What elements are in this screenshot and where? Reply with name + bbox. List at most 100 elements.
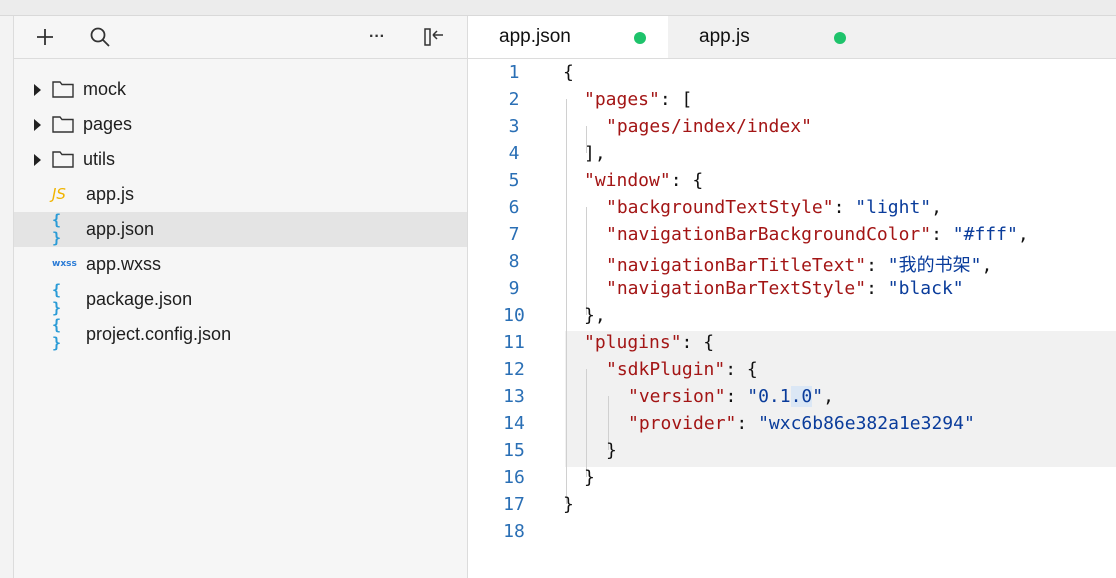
expand-caret-icon[interactable] xyxy=(34,119,41,131)
code-text: } xyxy=(584,467,595,488)
line-number: 7 xyxy=(508,224,520,245)
tab-label: app.js xyxy=(699,26,750,47)
tree-item-mock[interactable]: mock xyxy=(14,72,467,107)
activity-gutter xyxy=(0,16,14,578)
code-line: 15 } xyxy=(468,437,1116,464)
modified-dot-icon[interactable] xyxy=(834,32,846,44)
expand-caret-icon[interactable] xyxy=(34,84,41,96)
line-number: 18 xyxy=(503,521,525,542)
tree-item-label: utils xyxy=(83,149,116,169)
line-number: 17 xyxy=(503,494,525,515)
expand-caret-icon[interactable] xyxy=(34,154,41,166)
folder-icon xyxy=(52,81,74,98)
code-text: "navigationBarTitleText": "我的书架", xyxy=(606,255,993,276)
code-line: 6 "backgroundTextStyle": "light", xyxy=(468,194,1116,221)
line-number: 5 xyxy=(508,170,520,191)
line-number: 3 xyxy=(508,116,520,137)
code-text: "provider": "wxc6b86e382a1e3294" xyxy=(628,413,975,434)
code-line: 11 "plugins": { xyxy=(468,329,1116,356)
tree-item-label: pages xyxy=(83,114,133,134)
tree-item-label: app.js xyxy=(86,184,135,204)
code-line: 14 "provider": "wxc6b86e382a1e3294" xyxy=(468,410,1116,437)
tree-item-package-json[interactable]: { } package.json xyxy=(14,281,467,317)
code-text: "version": "0.1.0", xyxy=(628,386,834,407)
line-number: 11 xyxy=(503,332,525,353)
code-line: 1 { xyxy=(468,59,1116,86)
code-line: 18 xyxy=(468,518,1116,545)
js-file-icon: JS xyxy=(52,185,66,203)
code-text: { xyxy=(563,62,574,83)
tree-item-label: app.json xyxy=(86,219,155,239)
tree-item-label: package.json xyxy=(86,289,193,309)
file-explorer: ··· mock pages utils JS app.js {} app.j… xyxy=(14,16,468,578)
tab-app-json[interactable]: app.json xyxy=(468,16,668,58)
code-line: 8 "navigationBarTitleText": "我的书架", xyxy=(468,248,1116,276)
code-line: 9 "navigationBarTextStyle": "black" xyxy=(468,275,1116,302)
json-file-icon: { } xyxy=(52,316,63,352)
file-tree: mock pages utils JS app.js { } app.json … xyxy=(14,72,467,352)
tree-item-project-config-json[interactable]: { } project.config.json xyxy=(14,316,467,352)
folder-icon xyxy=(52,151,74,168)
line-number: 4 xyxy=(508,143,520,164)
code-text: "window": { xyxy=(584,170,704,191)
line-number: 2 xyxy=(508,89,520,110)
tree-item-label: app.wxss xyxy=(86,254,162,274)
title-strip xyxy=(0,0,1116,16)
code-editor: app.json app.js 1 { 2 "pages": [3 "page… xyxy=(468,16,1116,578)
code-area[interactable]: 1 { 2 "pages": [ 3 "pages/index/index" 4… xyxy=(468,59,1116,578)
tab-app-js[interactable]: app.js xyxy=(668,16,868,58)
line-number: 6 xyxy=(508,197,520,218)
json-file-icon: { } xyxy=(52,211,63,247)
tree-item-app-json[interactable]: { } app.json xyxy=(14,211,467,247)
code-line: 3 "pages/index/index" xyxy=(468,113,1116,140)
plus-icon[interactable] xyxy=(32,24,58,50)
code-text: "navigationBarBackgroundColor": "#fff", xyxy=(606,224,1029,245)
line-number: 10 xyxy=(503,305,525,326)
code-line: 7 "navigationBarBackgroundColor": "#fff"… xyxy=(468,221,1116,248)
modified-dot-icon[interactable] xyxy=(634,32,646,44)
code-text: "sdkPlugin": { xyxy=(606,359,758,380)
code-line: 16 } xyxy=(468,464,1116,491)
code-line: 5 "window": { xyxy=(468,167,1116,194)
tree-item-label: project.config.json xyxy=(86,324,232,344)
editor-tabs: app.json app.js xyxy=(468,16,1116,59)
explorer-toolbar: ··· xyxy=(14,16,467,59)
code-line: 17 } xyxy=(468,491,1116,518)
code-line: 4 ], xyxy=(468,140,1116,167)
code-text: "navigationBarTextStyle": "black" xyxy=(606,278,964,299)
more-button[interactable]: ··· xyxy=(364,24,390,50)
code-text: }, xyxy=(584,305,606,326)
code-text: } xyxy=(563,494,574,515)
line-number: 14 xyxy=(503,413,525,434)
code-text: "plugins": { xyxy=(584,332,715,353)
code-text: "pages/index/index" xyxy=(606,116,812,137)
tab-label: app.json xyxy=(499,26,571,47)
code-text: ], xyxy=(584,143,606,164)
code-line: 13 "version": "0.1.0", xyxy=(468,383,1116,410)
line-number: 1 xyxy=(508,62,520,83)
code-text: } xyxy=(606,440,617,461)
text-selection: .0 xyxy=(790,386,813,407)
wxss-file-icon: wxss xyxy=(52,259,77,269)
line-number: 13 xyxy=(503,386,525,407)
ide-window: ··· mock pages utils JS app.js {} app.j… xyxy=(0,0,1116,578)
json-file-icon: { } xyxy=(52,281,63,317)
tree-item-app-wxss[interactable]: wxss app.wxss xyxy=(14,247,467,282)
tree-item-label: mock xyxy=(83,79,127,99)
code-text: "backgroundTextStyle": "light", xyxy=(606,197,942,218)
tree-item-app-js[interactable]: JS app.js xyxy=(14,177,467,212)
line-number: 9 xyxy=(508,278,520,299)
line-number: 12 xyxy=(503,359,525,380)
code-line: 10 }, xyxy=(468,302,1116,329)
line-number: 16 xyxy=(503,467,525,488)
code-line: 2 "pages": [ xyxy=(468,86,1116,113)
collapse-sidebar-icon[interactable] xyxy=(421,24,447,50)
tree-item-pages[interactable]: pages xyxy=(14,107,467,142)
code-text: "pages": [ xyxy=(584,89,693,110)
folder-icon xyxy=(52,116,74,133)
line-number: 15 xyxy=(503,440,525,461)
search-icon[interactable] xyxy=(87,24,113,50)
tree-item-utils[interactable]: utils xyxy=(14,142,467,177)
code-line: 12 "sdkPlugin": { xyxy=(468,356,1116,383)
line-number: 8 xyxy=(508,251,520,272)
